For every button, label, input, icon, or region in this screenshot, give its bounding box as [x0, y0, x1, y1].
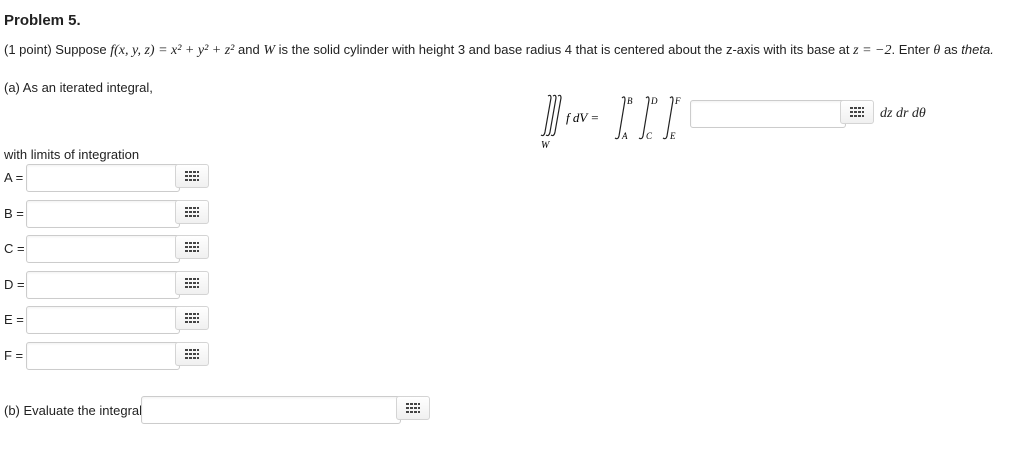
function-definition: f(x, y, z) = x² + y² + z² [110, 43, 235, 58]
limit-label-A: A = [4, 170, 24, 185]
limit-input-B[interactable] [26, 200, 180, 228]
limit-input-E[interactable] [26, 306, 180, 334]
region-symbol: W [263, 43, 276, 58]
problem-statement: (1 point) Suppose f(x, y, z) = x² + y² +… [4, 42, 994, 59]
limit-label-C: C = [4, 241, 25, 256]
iterated-integral: W f dV = B A D C F E [540, 94, 681, 151]
keypad-icon [185, 242, 199, 252]
limit-upper-B: B [627, 96, 633, 106]
part-b-label: (b) Evaluate the integral. [4, 403, 146, 418]
theta-word: theta. [961, 42, 994, 57]
keypad-icon [185, 349, 199, 359]
points-text: (1 point) Suppose [4, 42, 107, 57]
limit-keypad-button-A[interactable] [175, 164, 209, 188]
limit-keypad-button-E[interactable] [175, 306, 209, 330]
problem-title: Problem 5. [4, 12, 81, 29]
evaluate-answer-input[interactable] [141, 396, 401, 424]
limit-input-A[interactable] [26, 164, 180, 192]
and-text: and [238, 42, 260, 57]
limit-label-D: D = [4, 277, 25, 292]
integrand-lhs: f dV = [566, 110, 599, 125]
limit-label-F: F = [4, 348, 24, 363]
limit-keypad-button-C[interactable] [175, 235, 209, 259]
limit-upper-F: F [674, 96, 681, 106]
keypad-icon [406, 403, 420, 413]
limit-label-B: B = [4, 206, 24, 221]
description-text: is the solid cylinder with height 3 and … [278, 42, 850, 57]
differentials: dz dr dθ [880, 106, 926, 121]
enter-text: . Enter [891, 42, 930, 57]
limit-lower-E: E [669, 131, 676, 141]
limit-input-F[interactable] [26, 342, 180, 370]
limit-label-E: E = [4, 312, 24, 327]
keypad-icon [185, 278, 199, 288]
limit-keypad-button-F[interactable] [175, 342, 209, 366]
integrand-answer-input[interactable] [690, 100, 846, 128]
limit-lower-A: A [621, 131, 628, 141]
theta-symbol: θ [933, 43, 941, 58]
keypad-icon [185, 171, 199, 181]
evaluate-keypad-button[interactable] [396, 396, 430, 420]
region-subscript: W [541, 140, 551, 151]
keypad-icon [185, 207, 199, 217]
part-a-label: (a) As an iterated integral, [4, 80, 153, 95]
limit-keypad-button-D[interactable] [175, 271, 209, 295]
limit-input-C[interactable] [26, 235, 180, 263]
limit-upper-D: D [650, 96, 658, 106]
triple-integral-sign-1 [540, 94, 552, 137]
keypad-icon [850, 107, 864, 117]
z-equation: z = −2 [853, 43, 892, 58]
limits-label: with limits of integration [4, 147, 140, 162]
as-text: as [943, 42, 958, 57]
integrand-keypad-button[interactable] [840, 100, 874, 124]
limit-keypad-button-B[interactable] [175, 200, 209, 224]
keypad-icon [185, 313, 199, 323]
limit-input-D[interactable] [26, 271, 180, 299]
limit-lower-C: C [646, 131, 653, 141]
